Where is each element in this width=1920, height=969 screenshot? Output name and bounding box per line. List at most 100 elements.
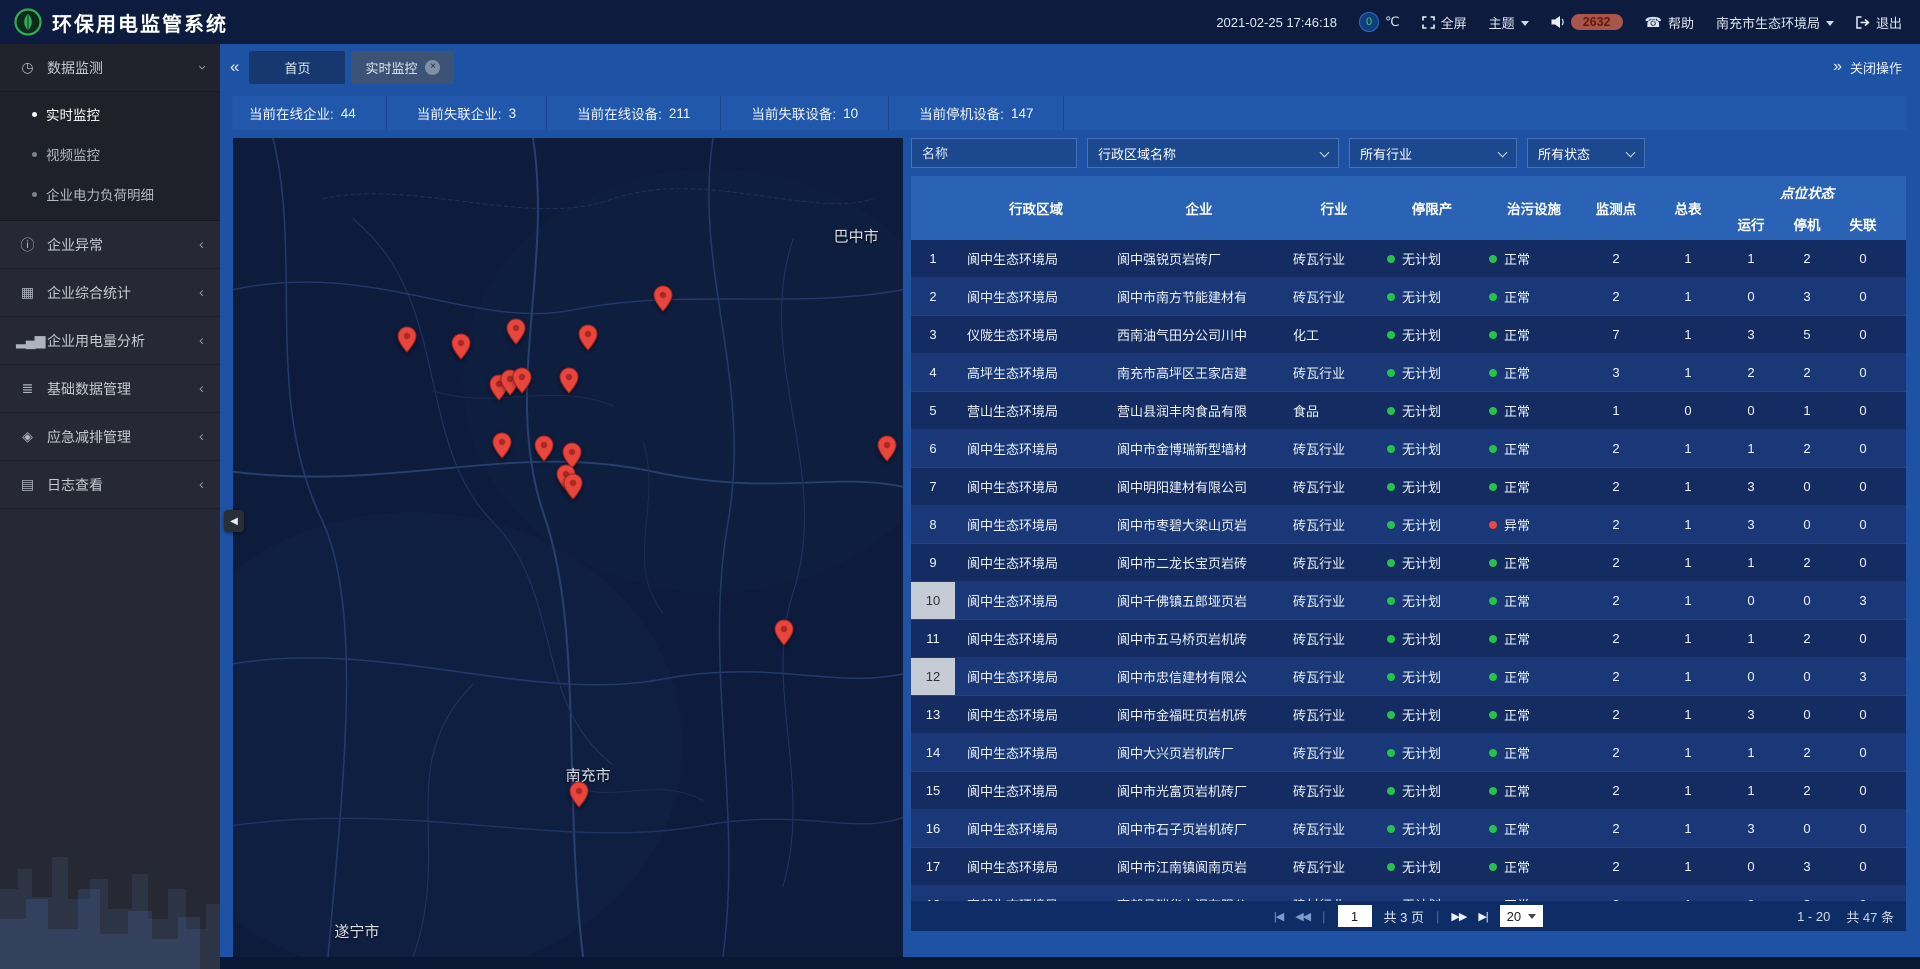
map-pin[interactable]: [492, 432, 512, 459]
tabs-scroll-left-icon[interactable]: «: [230, 57, 239, 77]
sidebar-group-label: 应急减排管理: [47, 427, 199, 447]
map-pin[interactable]: [512, 367, 532, 394]
cell-stop-count: 2: [1779, 620, 1835, 657]
status-dot-icon: [1489, 445, 1497, 453]
last-page-button[interactable]: ▶|: [1478, 910, 1487, 923]
sidebar-group-5[interactable]: ≣基础数据管理‹: [0, 365, 220, 413]
sidebar-group-4[interactable]: ▂▄▆企业用电量分析‹: [0, 317, 220, 365]
cell-index: 12: [911, 658, 955, 695]
table-row[interactable]: 4高坪生态环境局南充市高坪区王家店建砖瓦行业无计划正常31220: [911, 354, 1906, 392]
table-row[interactable]: 17阆中生态环境局阆中市江南镇阆南页岩砖瓦行业无计划正常21030: [911, 848, 1906, 886]
cell-limit-status: 无计划: [1375, 772, 1477, 809]
cell-company: 西南油气田分公司川中: [1105, 316, 1281, 353]
sidebar-group-6[interactable]: ◈应急减排管理‹: [0, 413, 220, 461]
table-row[interactable]: 15阆中生态环境局阆中市光富页岩机砖厂砖瓦行业无计划正常21120: [911, 772, 1906, 810]
theme-dropdown[interactable]: 主题: [1489, 13, 1529, 32]
cell-filler: [1891, 658, 1906, 695]
cell-facility-status: 正常: [1477, 696, 1579, 733]
table-row[interactable]: 12阆中生态环境局阆中市忠信建材有限公砖瓦行业无计划正常21003: [911, 658, 1906, 696]
tab-2[interactable]: 实时监控×: [351, 51, 454, 84]
map-pin[interactable]: [563, 473, 583, 500]
table-row[interactable]: 14阆中生态环境局阆中大兴页岩机砖厂砖瓦行业无计划正常21120: [911, 734, 1906, 772]
table-row[interactable]: 13阆中生态环境局阆中市金福旺页岩机砖砖瓦行业无计划正常21300: [911, 696, 1906, 734]
alert-widget[interactable]: 2632: [1551, 14, 1623, 30]
cell-filler: [1891, 468, 1906, 505]
fullscreen-button[interactable]: 全屏: [1422, 13, 1467, 32]
page-size-select[interactable]: 20: [1500, 905, 1543, 927]
close-icon[interactable]: ×: [425, 60, 440, 75]
cell-facility-status: 正常: [1477, 886, 1579, 901]
name-filter-input[interactable]: [911, 138, 1077, 168]
map-pin[interactable]: [397, 326, 417, 353]
status-dot-icon: [1489, 369, 1497, 377]
sidebar-group-7[interactable]: ▤日志查看‹: [0, 461, 220, 509]
cell-lost-count: 0: [1835, 240, 1891, 277]
map-pin[interactable]: [653, 285, 673, 312]
cell-facility-status: 正常: [1477, 848, 1579, 885]
table-row[interactable]: 11阆中生态环境局阆中市五马桥页岩机砖砖瓦行业无计划正常21120: [911, 620, 1906, 658]
cell-company: 阆中市忠信建材有限公: [1105, 658, 1281, 695]
table-row[interactable]: 1阆中生态环境局阆中强锐页岩砖厂砖瓦行业无计划正常21120: [911, 240, 1906, 278]
table-row[interactable]: 8阆中生态环境局阆中市枣碧大梁山页岩砖瓦行业无计划异常21300: [911, 506, 1906, 544]
first-page-button[interactable]: |◀: [1274, 910, 1283, 923]
table-row[interactable]: 5营山生态环境局营山县润丰肉食品有限食品无计划正常10010: [911, 392, 1906, 430]
status-filter-select[interactable]: 所有状态: [1527, 138, 1645, 168]
cell-company: 阆中千佛镇五郎垭页岩: [1105, 582, 1281, 619]
table-row[interactable]: 9阆中生态环境局阆中市二龙长宝页岩砖砖瓦行业无计划正常21120: [911, 544, 1906, 582]
help-button[interactable]: ☎ 帮助: [1645, 13, 1694, 32]
cell-facility-status: 正常: [1477, 772, 1579, 809]
cell-stop-count: 0: [1779, 506, 1835, 543]
sidebar-submenu: 实时监控视频监控企业电力负荷明细: [0, 92, 220, 221]
prev-page-button[interactable]: ◀◀: [1295, 910, 1310, 923]
status-dot-icon: [1387, 255, 1395, 263]
sidebar: ◷数据监测‹实时监控视频监控企业电力负荷明细ⓘ企业异常‹▦企业综合统计‹▂▄▆企…: [0, 44, 220, 969]
map-pin[interactable]: [569, 781, 589, 808]
logout-button[interactable]: 退出: [1856, 13, 1902, 32]
table-row[interactable]: 10阆中生态环境局阆中千佛镇五郎垭页岩砖瓦行业无计划正常21003: [911, 582, 1906, 620]
sidebar-menu: ◷数据监测‹实时监控视频监控企业电力负荷明细ⓘ企业异常‹▦企业综合统计‹▂▄▆企…: [0, 44, 220, 509]
tab-1[interactable]: 首页: [249, 51, 345, 84]
industry-filter-select[interactable]: 所有行业: [1349, 138, 1517, 168]
map-pin[interactable]: [877, 435, 897, 462]
table-header: 行政区域 企业 行业 停限产 治污设施 监测点 总表 点位状态 运行: [911, 176, 1906, 240]
stat-item: 当前失联设备:10: [721, 96, 889, 130]
table-row[interactable]: 7阆中生态环境局阆中明阳建材有限公司砖瓦行业无计划正常21300: [911, 468, 1906, 506]
help-label: 帮助: [1668, 13, 1694, 32]
chevron-left-icon: ‹: [199, 332, 204, 349]
cell-monitor-count: 2: [1579, 582, 1653, 619]
cell-index: 2: [911, 278, 955, 315]
close-operations-button[interactable]: » 关闭操作: [1833, 58, 1902, 77]
status-dot-icon: [1387, 293, 1395, 301]
map-pin[interactable]: [451, 333, 471, 360]
cell-industry: 砖瓦行业: [1281, 468, 1375, 505]
region-filter-select[interactable]: 行政区域名称: [1087, 138, 1339, 168]
cell-stop-count: 0: [1779, 810, 1835, 847]
sidebar-item-1-1[interactable]: 实时监控: [0, 94, 220, 134]
map-pin[interactable]: [534, 435, 554, 462]
sidebar-group-3[interactable]: ▦企业综合统计‹: [0, 269, 220, 317]
map-pin[interactable]: [559, 367, 579, 394]
table-row[interactable]: 16阆中生态环境局阆中市石子页岩机砖厂砖瓦行业无计划正常21300: [911, 810, 1906, 848]
map-pin[interactable]: [578, 324, 598, 351]
cell-total-count: 1: [1653, 316, 1723, 353]
cell-region: 阆中生态环境局: [955, 544, 1105, 581]
page-number-input[interactable]: [1338, 905, 1372, 927]
collapse-map-button[interactable]: ◀: [224, 510, 244, 532]
next-page-button[interactable]: ▶▶: [1451, 910, 1466, 923]
sidebar-item-1-2[interactable]: 视频监控: [0, 134, 220, 174]
sidebar-group-2[interactable]: ⓘ企业异常‹: [0, 221, 220, 269]
table-row[interactable]: 2阆中生态环境局阆中市南方节能建材有砖瓦行业无计划正常21030: [911, 278, 1906, 316]
cell-lost-count: 0: [1835, 544, 1891, 581]
sidebar-item-1-3[interactable]: 企业电力负荷明细: [0, 174, 220, 214]
org-dropdown[interactable]: 南充市生态环境局: [1716, 13, 1834, 32]
cell-monitor-count: 2: [1579, 696, 1653, 733]
map-panel[interactable]: 巴中市南充市遂宁市: [233, 138, 903, 957]
cell-region: 阆中生态环境局: [955, 240, 1105, 277]
map-pin[interactable]: [506, 318, 526, 345]
table-row[interactable]: 6阆中生态环境局阆中市金博瑞新型墙材砖瓦行业无计划正常21120: [911, 430, 1906, 468]
sidebar-group-1[interactable]: ◷数据监测‹: [0, 44, 220, 92]
table-row[interactable]: 18南部生态环境局南部县瑞华水泥有限公建材行业无计划正常21030: [911, 886, 1906, 901]
table-row[interactable]: 3仪陇生态环境局西南油气田分公司川中化工无计划正常71350: [911, 316, 1906, 354]
status-dot-icon: [1387, 787, 1395, 795]
map-pin[interactable]: [774, 619, 794, 646]
